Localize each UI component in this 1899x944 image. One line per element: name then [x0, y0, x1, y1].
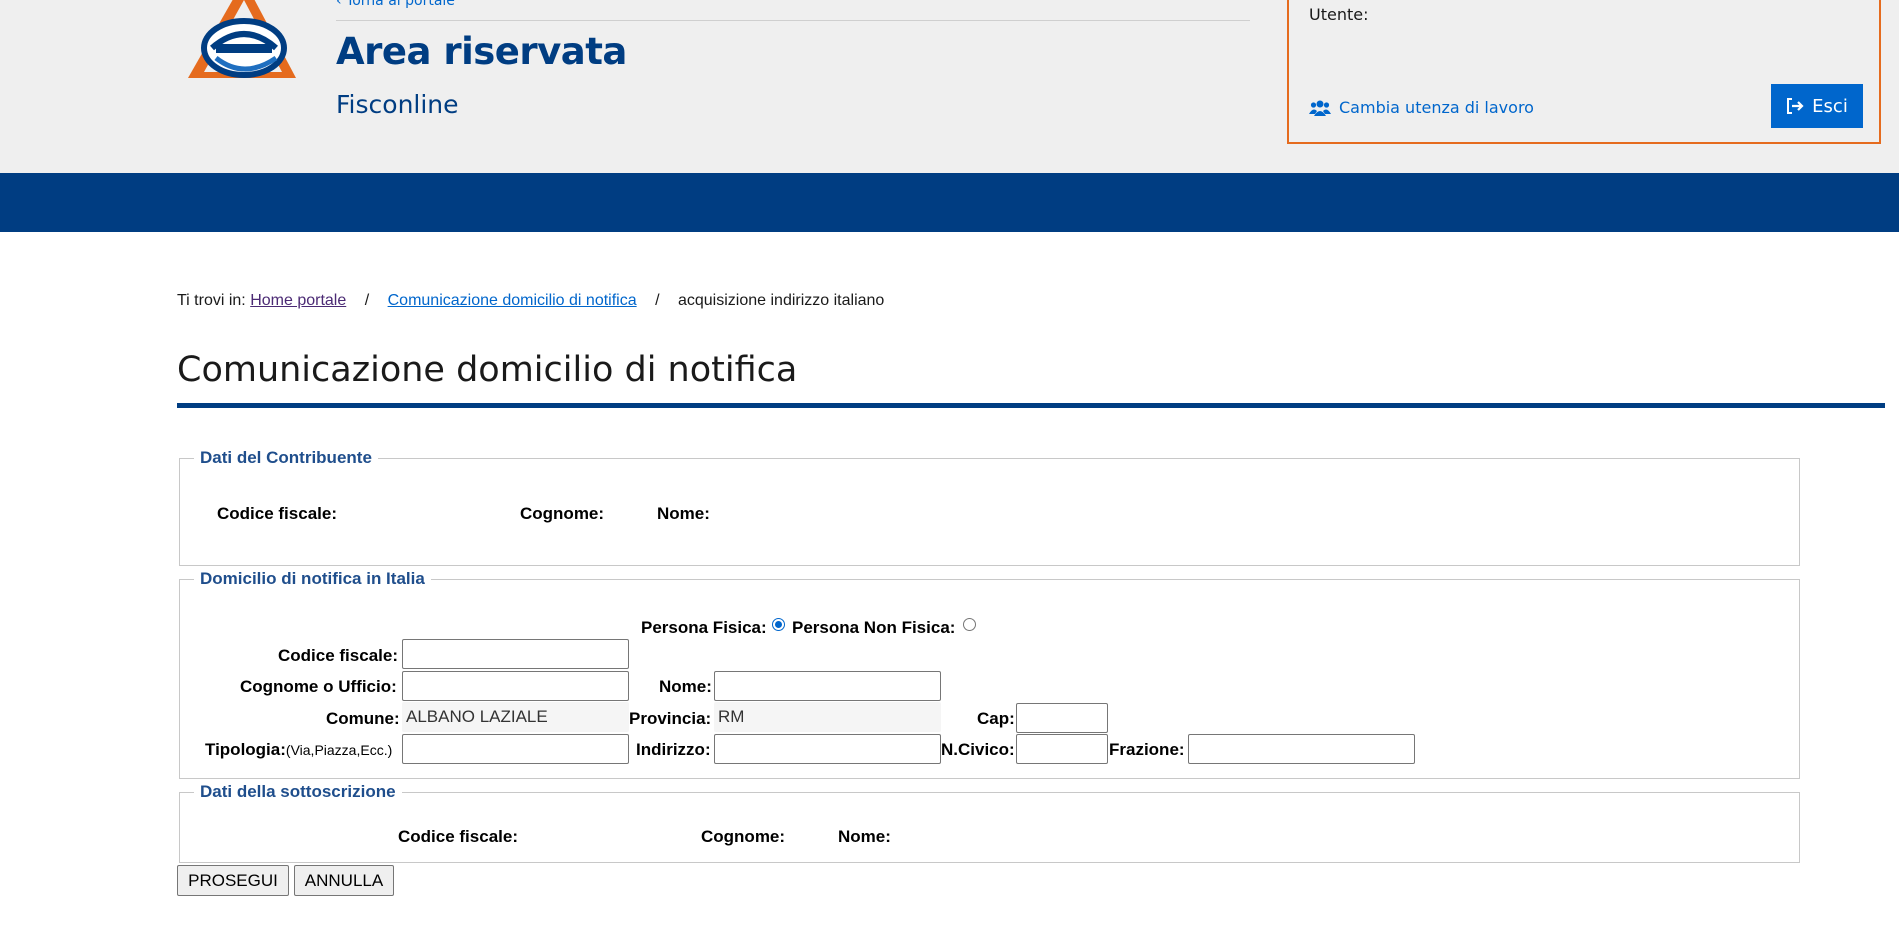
frazione-label: Frazione:	[1109, 740, 1185, 759]
indirizzo-input[interactable]	[714, 734, 941, 764]
provincia-field	[714, 702, 941, 732]
back-to-portal-link[interactable]: ‹ Torna al portale	[336, 0, 455, 9]
agenzia-entrate-logo[interactable]	[182, 0, 302, 84]
prosegui-button[interactable]: PROSEGUI	[177, 865, 289, 896]
area-title: Area riservata	[336, 30, 627, 73]
breadcrumb-home-link[interactable]: Home portale	[250, 292, 346, 309]
civico-label: N.Civico:	[941, 740, 1015, 759]
exit-label: Esci	[1812, 95, 1848, 117]
sign-out-icon	[1787, 98, 1804, 114]
change-user-label: Cambia utenza di lavoro	[1339, 98, 1534, 117]
cap-input[interactable]	[1016, 703, 1108, 733]
persona-non-fisica-radio[interactable]	[963, 618, 976, 631]
persona-non-fisica-label: Persona Non Fisica:	[792, 618, 956, 637]
cognome-ufficio-input[interactable]	[402, 671, 629, 701]
contribuente-fieldset: Dati del Contribuente	[179, 448, 1800, 566]
domicilio-legend: Domicilio di notifica in Italia	[200, 569, 425, 588]
breadcrumb-current: acquisizione indirizzo italiano	[677, 292, 885, 309]
title-divider	[177, 403, 1885, 408]
domicilio-codice-fiscale-label: Codice fiscale:	[278, 646, 398, 665]
provincia-label: Provincia:	[629, 709, 712, 728]
persona-fisica-label: Persona Fisica:	[641, 618, 767, 637]
comune-field	[402, 702, 629, 732]
exit-button[interactable]: Esci	[1771, 84, 1863, 128]
sottoscrizione-legend: Dati della sottoscrizione	[200, 782, 396, 801]
comune-label: Comune:	[326, 709, 400, 728]
sottoscrizione-fieldset: Dati della sottoscrizione	[179, 782, 1800, 863]
site-header: ‹ Torna al portale Area riservata Fiscon…	[0, 0, 1899, 173]
codice-fiscale-input[interactable]	[402, 639, 629, 669]
header-divider	[336, 20, 1250, 21]
area-subtitle: Fisconline	[336, 90, 459, 119]
breadcrumb: Ti trovi in: Home portale / Comunicazion…	[177, 292, 884, 310]
sottoscrizione-cognome-label: Cognome:	[701, 827, 786, 846]
contribuente-cognome-label: Cognome:	[520, 504, 605, 523]
contribuente-nome-label: Nome:	[657, 504, 710, 523]
indirizzo-label: Indirizzo:	[636, 740, 711, 759]
chevron-left-icon: ‹	[336, 0, 342, 9]
tipologia-input[interactable]	[402, 734, 629, 764]
domicilio-nome-label: Nome:	[659, 677, 712, 696]
breadcrumb-prefix: Ti trovi in:	[177, 292, 246, 309]
persona-fisica-radio[interactable]	[772, 618, 785, 631]
tipologia-label: Tipologia:(Via,Piazza,Ecc.)	[205, 740, 392, 760]
civico-input[interactable]	[1016, 734, 1108, 764]
breadcrumb-section-link[interactable]: Comunicazione domicilio di notifica	[388, 292, 637, 309]
sottoscrizione-codice-fiscale-label: Codice fiscale:	[398, 827, 518, 846]
frazione-input[interactable]	[1188, 734, 1415, 764]
page-title: Comunicazione domicilio di notifica	[177, 350, 798, 390]
cognome-ufficio-label: Cognome o Ufficio:	[240, 677, 397, 696]
navigation-band	[0, 173, 1899, 232]
nome-input[interactable]	[714, 671, 941, 701]
breadcrumb-separator: /	[655, 292, 660, 309]
cap-label: Cap:	[977, 709, 1015, 728]
back-link-label: Torna al portale	[346, 0, 455, 9]
sottoscrizione-nome-label: Nome:	[838, 827, 891, 846]
breadcrumb-separator: /	[364, 292, 370, 309]
user-panel: Utente: Cambia utenza di lavoro Esci	[1287, 0, 1881, 144]
contribuente-codice-fiscale-label: Codice fiscale:	[217, 504, 337, 523]
users-icon	[1309, 100, 1331, 116]
annulla-button[interactable]: ANNULLA	[294, 865, 394, 896]
tipologia-label-text: Tipologia:	[205, 740, 286, 759]
tipologia-hint: (Via,Piazza,Ecc.)	[285, 742, 393, 758]
contribuente-legend: Dati del Contribuente	[200, 448, 372, 467]
user-label: Utente:	[1309, 5, 1369, 24]
change-user-link[interactable]: Cambia utenza di lavoro	[1309, 98, 1534, 117]
